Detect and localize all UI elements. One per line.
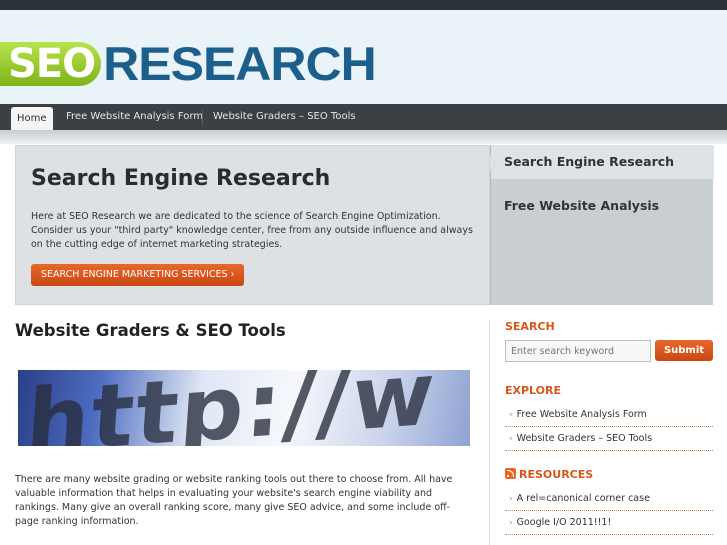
resources-list: › A rel=canonical corner case › Google I/O…: [505, 487, 713, 535]
chevron-right-icon: ›: [509, 410, 513, 420]
site-logo[interactable]: SEO RESEARCH: [0, 37, 377, 91]
page: SEO RESEARCH Home Free Website Analysis …: [0, 0, 727, 545]
chevron-right-icon: ›: [509, 494, 513, 504]
chevron-right-icon: ›: [509, 518, 513, 528]
post-image: http://w: [18, 370, 470, 446]
featured-title: Search Engine Research: [31, 166, 331, 191]
explore-item-label: Website Graders – SEO Tools: [516, 433, 653, 444]
post-image-text: http://w: [22, 370, 440, 446]
logo-seo-text: SEO: [8, 41, 96, 87]
featured-nav-item-analysis[interactable]: Free Website Analysis: [504, 198, 659, 213]
post-excerpt: There are many website grading or websit…: [15, 474, 453, 527]
explore-heading: EXPLORE: [505, 384, 562, 397]
resource-item-label: A rel=canonical corner case: [516, 493, 650, 504]
search-input[interactable]: [505, 340, 651, 362]
explore-item[interactable]: › Website Graders – SEO Tools: [505, 427, 713, 451]
sem-services-button[interactable]: SEARCH ENGINE MARKETING SERVICES ›: [31, 264, 245, 286]
main-nav: Home Free Website Analysis Form Website …: [0, 104, 727, 130]
featured-panel: Search Engine Research Here at SEO Resea…: [15, 145, 490, 305]
sidebar: SEARCH Submit EXPLORE ›Free Website Anal…: [489, 320, 727, 545]
logo-research-text: RESEARCH: [103, 37, 377, 91]
search-submit-button[interactable]: Submit: [655, 340, 713, 361]
resources-heading: RESOURCES: [505, 468, 593, 481]
top-bar: [0, 0, 727, 10]
nav-divider: [202, 110, 203, 126]
active-pointer-icon: [490, 155, 498, 171]
resource-item[interactable]: › A rel=canonical corner case: [505, 487, 713, 511]
header: SEO RESEARCH: [0, 10, 727, 104]
featured-nav-item-research[interactable]: Search Engine Research: [504, 154, 674, 169]
resource-item[interactable]: › Google I/O 2011!!1!: [505, 511, 713, 535]
explore-list: › Free Website Analysis Form › Website Gra…: [505, 403, 713, 451]
explore-item-label: Free Website Analysis Form: [516, 409, 647, 420]
rss-icon: [505, 468, 516, 479]
nav-shadow: [0, 130, 727, 144]
featured-nav: Search Engine Research Free Website Anal…: [490, 145, 714, 305]
logo-badge: SEO: [0, 41, 102, 87]
resource-item-label: Google I/O 2011!!1!: [516, 517, 612, 528]
explore-item[interactable]: › Free Website Analysis Form: [505, 403, 713, 427]
chevron-right-icon: ›: [509, 434, 513, 444]
nav-home[interactable]: Home: [11, 107, 53, 130]
search-heading: SEARCH: [505, 320, 555, 333]
nav-website-graders[interactable]: Website Graders – SEO Tools: [213, 104, 356, 130]
post-title[interactable]: Website Graders & SEO Tools: [15, 321, 286, 340]
nav-free-website-analysis[interactable]: Free Website Analysis Form: [66, 104, 203, 130]
featured-text: Here at SEO Research we are dedicated to…: [31, 211, 473, 250]
resources-heading-label: RESOURCES: [519, 468, 594, 481]
